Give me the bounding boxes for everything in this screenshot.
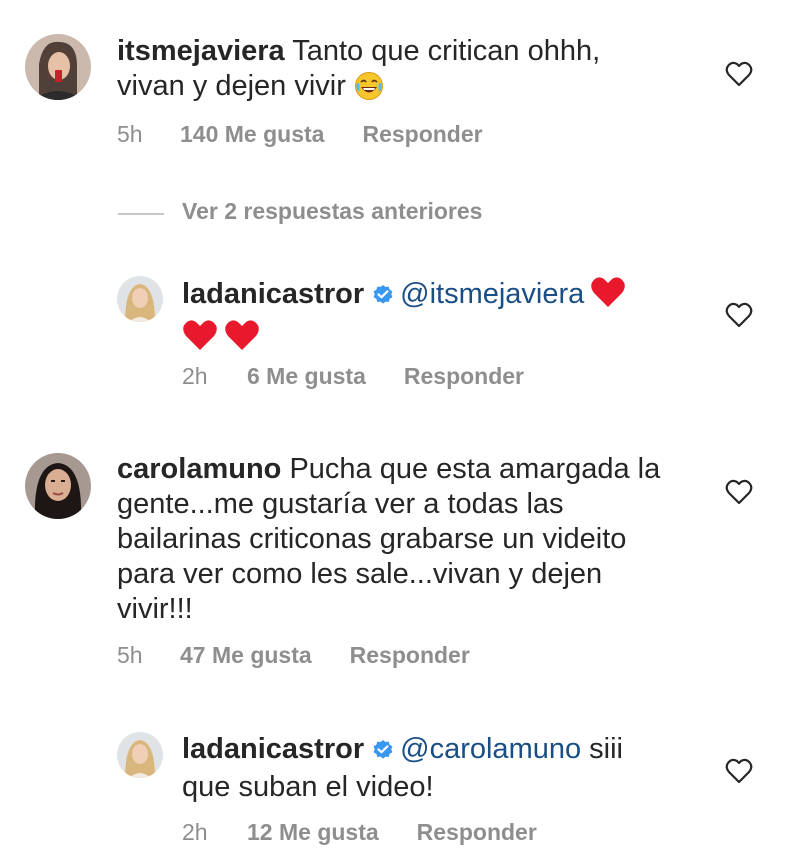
avatar[interactable]: [117, 732, 163, 778]
divider-line: [118, 213, 164, 215]
username[interactable]: itsmejaviera: [117, 35, 285, 67]
mention-link[interactable]: @itsmejaviera: [400, 278, 584, 310]
comment-text: siii: [589, 733, 624, 765]
mention-link[interactable]: @carolamuno: [400, 733, 581, 765]
avatar[interactable]: [117, 276, 163, 322]
like-heart-icon[interactable]: [725, 61, 755, 89]
comment-text: gente...me gustaría ver a todas las: [117, 488, 564, 520]
likes-count[interactable]: 47 Me gusta: [180, 642, 312, 669]
avatar[interactable]: [25, 453, 91, 519]
comment-time: 2h: [182, 819, 208, 845]
comment-time: 5h: [117, 121, 143, 147]
view-replies-label: Ver 2 respuestas anteriores: [182, 198, 483, 224]
likes-count[interactable]: 140 Me gusta: [180, 121, 324, 148]
verified-badge-icon: [372, 735, 394, 770]
comment-text: vivir!!!: [117, 593, 193, 625]
comment-text: Pucha que esta amargada la: [289, 453, 661, 485]
like-heart-icon[interactable]: [725, 479, 755, 507]
avatar[interactable]: [25, 34, 91, 100]
reply-button[interactable]: Responder: [404, 363, 524, 390]
username[interactable]: carolamuno: [117, 453, 281, 485]
username[interactable]: ladanicastror: [182, 278, 364, 310]
comment-time: 5h: [117, 642, 143, 668]
reply-button[interactable]: Responder: [417, 819, 537, 846]
likes-count[interactable]: 6 Me gusta: [247, 363, 366, 390]
verified-badge-icon: [372, 280, 394, 315]
comment-text: vivan y dejen vivir: [117, 70, 346, 102]
comment-time: 2h: [182, 363, 208, 389]
red-heart-emoji-icon: [182, 319, 218, 360]
like-heart-icon[interactable]: [725, 302, 755, 330]
username[interactable]: ladanicastror: [182, 733, 364, 765]
comment-text: bailarinas criticonas grabarse un videit…: [117, 523, 627, 555]
red-heart-emoji-icon: [224, 319, 260, 360]
laughing-face-emoji-icon: [354, 71, 384, 110]
reply-button[interactable]: Responder: [362, 121, 482, 148]
comment-text: Tanto que critican ohhh,: [292, 35, 601, 67]
comment-text: que suban el video!: [182, 771, 434, 803]
reply-button[interactable]: Responder: [350, 642, 470, 669]
red-heart-emoji-icon: [590, 276, 626, 317]
comment-text: para ver como les sale...vivan y dejen: [117, 558, 603, 590]
like-heart-icon[interactable]: [725, 758, 755, 786]
likes-count[interactable]: 12 Me gusta: [247, 819, 379, 846]
